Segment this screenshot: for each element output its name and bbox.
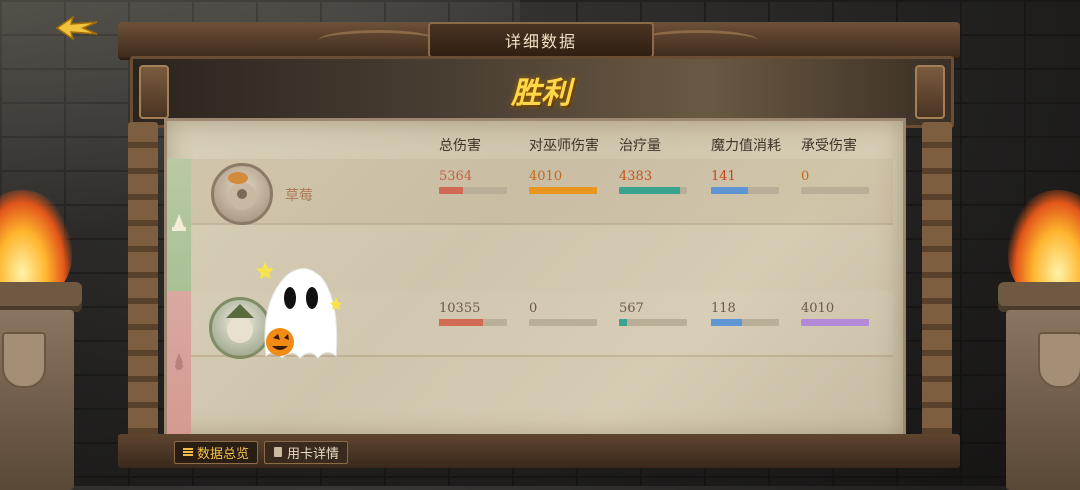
- tab-card-details[interactable]: 用卡详情: [264, 440, 349, 464]
- ghost-pumpkin-sticker: [256, 262, 342, 359]
- stat-value: 567: [619, 301, 644, 316]
- stat-bar: [711, 187, 779, 194]
- column-header: 对巫师伤害: [529, 138, 599, 154]
- stat-bar-fill: [439, 187, 463, 194]
- witch-hat-icon: [172, 214, 186, 231]
- stat-bar: [529, 319, 597, 326]
- stat-value: 5364: [439, 169, 473, 184]
- stat-bar: [439, 319, 507, 326]
- corner-ornament: [139, 65, 169, 119]
- stat-value: 118: [711, 301, 736, 316]
- tab-label: 用卡详情: [287, 446, 340, 462]
- stat-bar-fill: [711, 319, 742, 326]
- torch-pillar: [0, 310, 74, 490]
- stat-bar-fill: [711, 187, 749, 194]
- stat-bar-fill: [439, 319, 484, 326]
- stat-bar: [801, 187, 869, 194]
- player-row[interactable]: 草莓 5364 4010 4383 141 0: [191, 159, 893, 225]
- stat-bar-fill: [529, 187, 597, 194]
- shield-emblem: [1038, 332, 1080, 388]
- stat-value: 4010: [801, 301, 835, 316]
- winning-team-strip: [167, 159, 191, 291]
- stat-value: 0: [801, 169, 810, 184]
- tab-label: 数据总览: [197, 446, 250, 462]
- stat-bar: [801, 319, 869, 326]
- torch-bowl: [0, 282, 82, 312]
- stat-bar: [619, 187, 687, 194]
- corner-ornament: [915, 65, 945, 119]
- column-header: 治疗量: [619, 138, 661, 154]
- stat-bar: [439, 187, 507, 194]
- pumpkin-hat-icon: [228, 172, 256, 210]
- tab-bar: 数据总览 用卡详情: [174, 440, 349, 464]
- avatar: [211, 163, 273, 225]
- right-torch: [998, 190, 1080, 490]
- victory-label: 胜利: [511, 76, 571, 111]
- stat-bar: [619, 319, 687, 326]
- stat-bar-fill: [619, 319, 628, 326]
- stat-value: 4010: [529, 169, 563, 184]
- stat-bar: [711, 319, 779, 326]
- card-icon: [274, 447, 283, 457]
- row-divider: [191, 223, 893, 225]
- stat-value: 0: [529, 301, 538, 316]
- stat-value: 141: [711, 169, 736, 184]
- stat-bar-fill: [619, 187, 681, 194]
- torch-pillar: [1006, 310, 1080, 490]
- ornament-swirl: [318, 30, 438, 51]
- page-title: 详细数据: [428, 22, 654, 58]
- list-icon: [183, 448, 193, 456]
- frame-side-post: [128, 122, 158, 452]
- frame-side-post: [922, 122, 952, 452]
- ornament-swirl: [638, 30, 758, 51]
- torch-bowl: [998, 282, 1080, 312]
- back-button[interactable]: [50, 10, 104, 46]
- player-name: 草莓: [285, 188, 313, 204]
- stat-value: 10355: [439, 301, 481, 316]
- left-torch: [0, 190, 82, 490]
- stat-bar: [529, 187, 597, 194]
- stats-frame: 详细数据 胜利 总伤害 对巫师伤害 治疗量 魔力值消耗 承受伤害 草莓 5364…: [118, 22, 960, 468]
- witch-icon: [175, 353, 183, 370]
- tab-data-overview[interactable]: 数据总览: [174, 440, 259, 464]
- column-header: 承受伤害: [801, 138, 857, 154]
- losing-team-strip: [167, 291, 191, 437]
- shield-emblem: [2, 332, 46, 388]
- column-header: 总伤害: [439, 138, 481, 154]
- back-arrow-icon: [55, 15, 98, 41]
- column-header: 魔力值消耗: [711, 138, 781, 154]
- page-title-text: 详细数据: [504, 32, 577, 51]
- stat-bar-fill: [801, 319, 869, 326]
- stat-value: 4383: [619, 169, 653, 184]
